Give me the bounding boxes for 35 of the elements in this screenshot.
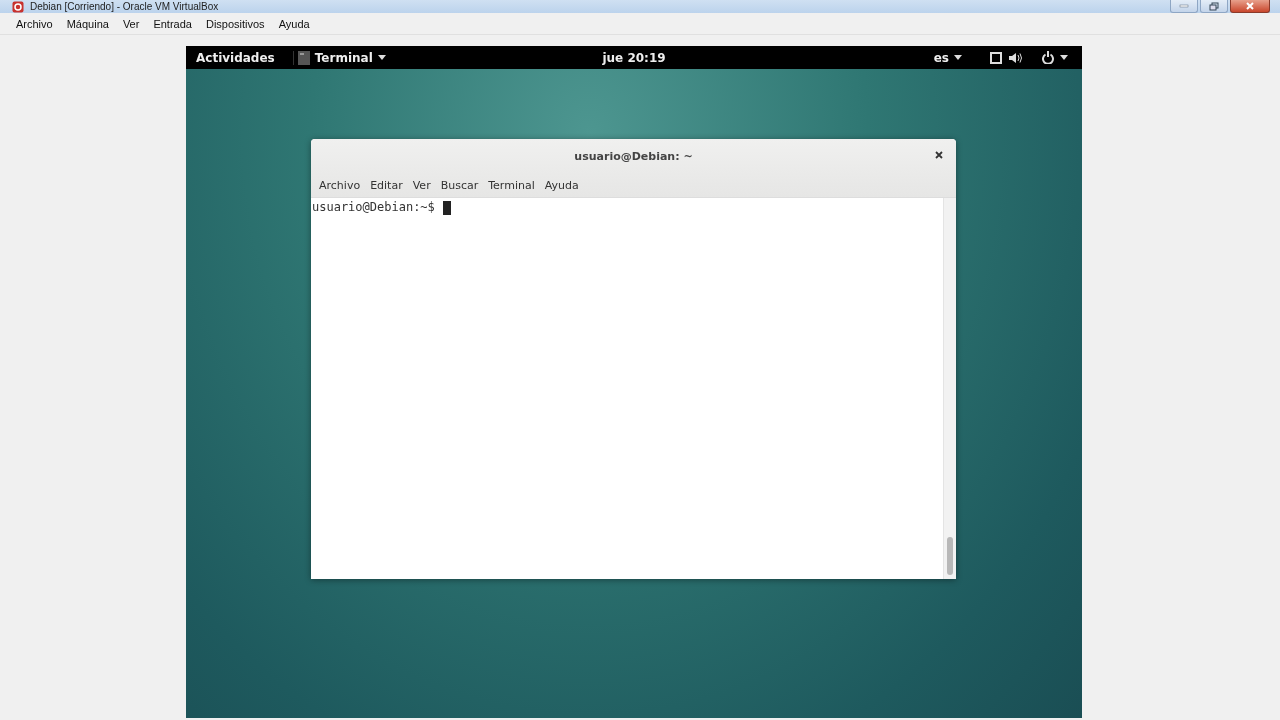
maximize-button[interactable] [1200,0,1228,13]
window-title: Debian [Corriendo] - Oracle VM VirtualBox [30,1,219,12]
menu-item[interactable]: Editar [365,179,408,192]
clock[interactable]: jue 20:19 [602,50,666,65]
app-menu[interactable]: Terminal [292,50,386,65]
window-title: usuario@Debian: ~ [574,150,693,163]
scrollbar[interactable] [943,198,956,579]
scrollbar-thumb[interactable] [947,537,953,575]
input-source-menu[interactable]: es [933,50,962,65]
close-icon [1246,2,1254,10]
menu-item[interactable]: Ver [115,17,147,30]
menu-item[interactable]: Archivo [314,179,366,192]
menu-item[interactable]: Dispositivos [198,17,272,30]
volume-icon[interactable] [1008,51,1022,64]
activities-button[interactable]: Actividades [186,50,293,65]
menu-item[interactable]: Ayuda [539,179,584,192]
text-cursor [442,201,451,215]
menu-item[interactable]: Ayuda [271,17,317,30]
terminal-icon [297,50,310,65]
menu-item[interactable]: Ver [407,179,436,192]
window-icon[interactable] [990,51,1002,64]
app-icon [12,0,24,13]
caret-icon [377,55,386,60]
menu-item[interactable]: Entrada [146,17,199,30]
restore-icon [1209,1,1219,11]
close-icon[interactable] [935,151,943,159]
caret-icon [1060,55,1068,60]
menu-item[interactable]: Máquina [59,17,116,30]
menu-item[interactable]: Buscar [435,179,484,192]
shell-prompt: usuario@Debian:~$ [312,200,435,214]
menu-item[interactable]: Terminal [483,179,540,192]
power-icon[interactable] [1042,51,1054,64]
close-button[interactable] [1230,0,1270,13]
menu-item[interactable]: Archivo [9,17,60,30]
caret-icon [954,55,962,60]
